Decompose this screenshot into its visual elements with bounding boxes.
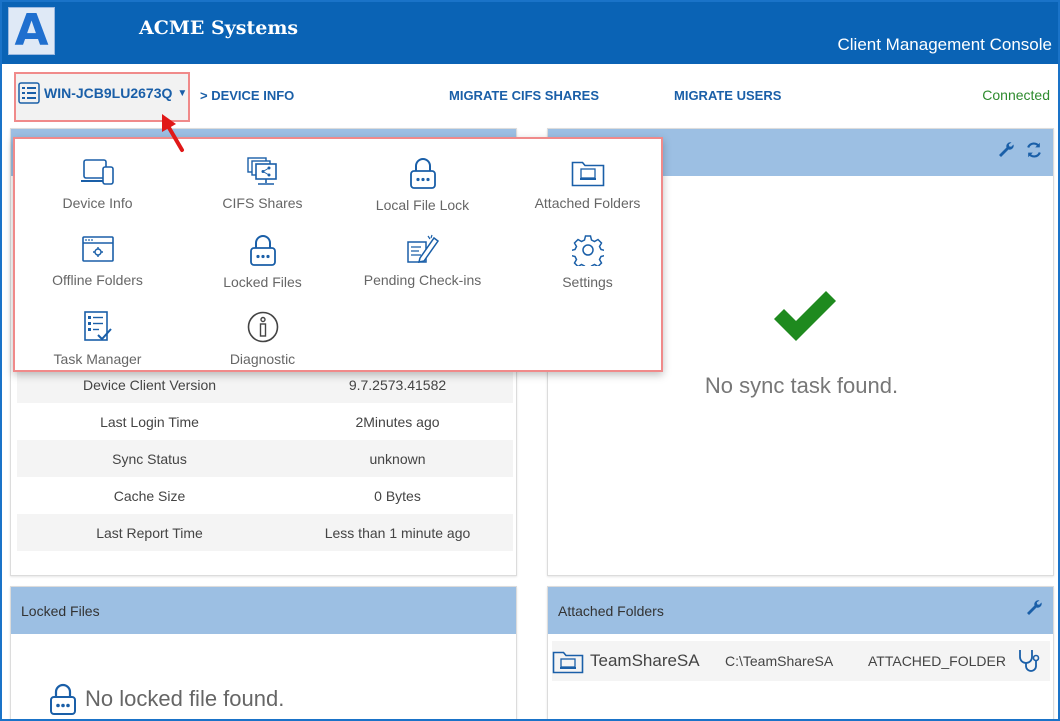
list-icon	[18, 82, 40, 104]
attached-folder-icon	[571, 161, 604, 187]
lock-icon	[249, 235, 276, 266]
menu-item-label: Diagnostic	[229, 351, 296, 367]
device-icon	[80, 159, 114, 185]
gear-icon	[571, 235, 604, 266]
wrench-icon[interactable]	[1025, 599, 1043, 617]
menu-item-label: Offline Folders	[52, 272, 143, 288]
pending-checkin-icon	[406, 234, 439, 263]
list-item[interactable]: TeamShareSA C:\TeamShareSA ATTACHED_FOLD…	[552, 641, 1050, 681]
logo-letter: A	[14, 5, 49, 56]
no-locked-file-message: No locked file found.	[49, 683, 284, 715]
red-arrow-annotation	[162, 114, 184, 152]
locked-files-panel-title: Locked Files	[11, 587, 516, 634]
menu-item-locked-files[interactable]: Locked Files	[180, 234, 345, 290]
attached-folder-name: TeamShareSA	[590, 651, 700, 670]
attached-folders-panel-title: Attached Folders	[558, 602, 664, 619]
row-key: Cache Size	[113, 487, 186, 504]
lock-icon	[409, 158, 436, 189]
row-value: unknown	[369, 450, 426, 467]
attached-folders-panel: Attached Folders TeamShareSA C:\TeamShar…	[547, 586, 1054, 719]
nav-link-device-info[interactable]: > DEVICE INFO	[200, 88, 294, 103]
stethoscope-icon[interactable]	[1016, 648, 1042, 674]
app-window: A ACME Systems Client Management Console…	[0, 0, 1060, 721]
menu-item-diagnostic[interactable]: Diagnostic	[180, 311, 345, 367]
header-bar: A ACME Systems Client Management Console	[2, 2, 1058, 64]
row-key: Last Report Time	[96, 524, 203, 541]
menu-item-offline-folders[interactable]: Offline Folders	[15, 234, 180, 288]
checkmark-icon	[774, 291, 836, 341]
menu-item-label: Local File Lock	[375, 197, 470, 213]
menu-item-label: Task Manager	[53, 351, 142, 367]
sync-panel-actions	[997, 141, 1043, 159]
table-row: Last Report Time Less than 1 minute ago	[17, 514, 513, 551]
device-info-table: Device Client Version 9.7.2573.41582 Las…	[17, 366, 513, 551]
console-title: Client Management Console	[837, 35, 1052, 54]
wrench-icon[interactable]	[997, 141, 1015, 159]
offline-folder-icon	[81, 236, 114, 262]
connection-status: Connected	[982, 87, 1050, 103]
menu-item-attached-folders[interactable]: Attached Folders	[505, 157, 670, 211]
menu-item-device-info[interactable]: Device Info	[15, 157, 180, 211]
table-row: Cache Size 0 Bytes	[17, 477, 513, 514]
row-value: Less than 1 minute ago	[324, 524, 471, 541]
row-value: 2Minutes ago	[355, 413, 440, 430]
nav-link-migrate-cifs-shares[interactable]: MIGRATE CIFS SHARES	[449, 88, 599, 103]
menu-item-task-manager[interactable]: Task Manager	[15, 311, 180, 367]
table-row: Sync Status unknown	[17, 440, 513, 477]
attached-folder-icon	[552, 651, 584, 674]
no-locked-file-text: No locked file found.	[85, 686, 285, 711]
row-key: Last Login Time	[100, 413, 199, 430]
menu-item-label: Locked Files	[223, 274, 302, 290]
no-sync-task-message: No sync task found.	[704, 373, 899, 398]
brand-name: ACME Systems	[139, 17, 299, 39]
menu-item-label: Settings	[562, 274, 613, 290]
menu-item-label: CIFS Shares	[222, 195, 303, 211]
locked-files-panel: Locked Files No locked file found.	[10, 586, 517, 719]
caret-down-icon: ▼	[177, 87, 188, 99]
menu-item-pending-check-ins[interactable]: Pending Check-ins	[340, 234, 505, 288]
task-list-icon	[83, 311, 112, 341]
menu-item-local-file-lock[interactable]: Local File Lock	[340, 157, 505, 213]
app-logo: A	[8, 7, 55, 55]
menu-item-label: Device Info	[62, 195, 133, 211]
attached-folder-path: C:\TeamShareSA	[725, 653, 834, 669]
device-menu-dropdown: Device Info CIFS Shares Local File Lock	[13, 137, 663, 372]
menu-item-settings[interactable]: Settings	[505, 234, 670, 290]
device-name: WIN-JCB9LU2673Q	[44, 85, 173, 101]
menu-item-label: Attached Folders	[534, 195, 641, 211]
nav-link-migrate-users[interactable]: MIGRATE USERS	[674, 88, 781, 103]
row-key: Sync Status	[112, 450, 187, 467]
row-value: 0 Bytes	[374, 487, 421, 504]
row-key: Device Client Version	[82, 376, 217, 393]
refresh-icon[interactable]	[1025, 141, 1043, 159]
attached-folders-actions	[1025, 599, 1043, 617]
menu-item-cifs-shares[interactable]: CIFS Shares	[180, 157, 345, 211]
table-row: Last Login Time 2Minutes ago	[17, 403, 513, 440]
row-value: 9.7.2573.41582	[348, 376, 447, 393]
attached-folder-type: ATTACHED_FOLDER	[868, 653, 1006, 669]
attached-folders-panel-header: Attached Folders	[548, 587, 1053, 634]
lock-icon	[50, 683, 76, 715]
cifs-shares-icon	[246, 157, 277, 185]
info-icon	[247, 311, 278, 343]
menu-item-label: Pending Check-ins	[363, 272, 482, 288]
